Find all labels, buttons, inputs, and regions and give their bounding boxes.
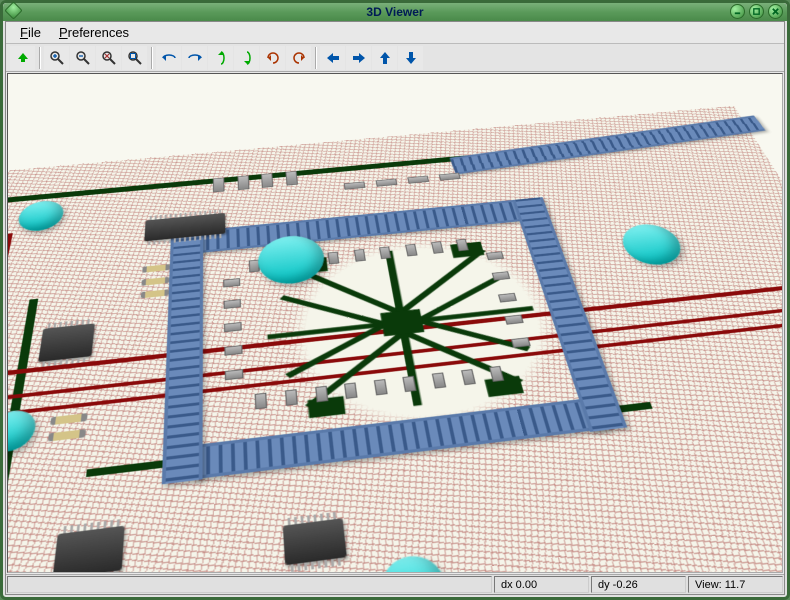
zoom-fit-button[interactable] <box>122 46 147 70</box>
window-frame: 3D Viewer File Preferences <box>0 0 790 600</box>
menubar: File Preferences <box>6 22 784 44</box>
zoom-out-button[interactable] <box>70 46 95 70</box>
pan-up-button[interactable] <box>372 46 397 70</box>
status-view: View: 11.7 <box>688 576 783 593</box>
titlebar[interactable]: 3D Viewer <box>3 3 787 21</box>
menu-preferences[interactable]: Preferences <box>51 23 137 42</box>
zoom-redraw-button[interactable] <box>96 46 121 70</box>
viewport-3d[interactable] <box>7 73 783 573</box>
reload-button[interactable] <box>10 46 35 70</box>
pan-right-button[interactable] <box>346 46 371 70</box>
status-dx: dx 0.00 <box>494 576 589 593</box>
pan-left-button[interactable] <box>320 46 345 70</box>
zoom-in-button[interactable] <box>44 46 69 70</box>
pan-down-button[interactable] <box>398 46 423 70</box>
rotate-y-pos-button[interactable] <box>234 46 259 70</box>
window-client-area: File Preferences <box>5 21 785 595</box>
menu-file[interactable]: File <box>12 23 49 42</box>
window-menu-button[interactable] <box>4 1 22 19</box>
pcb-scene <box>7 106 783 573</box>
window-title: 3D Viewer <box>366 5 423 19</box>
maximize-button[interactable] <box>749 4 764 19</box>
toolbar-separator <box>151 47 153 69</box>
rotate-y-neg-button[interactable] <box>208 46 233 70</box>
statusbar: dx 0.00 dy -0.26 View: 11.7 <box>6 574 784 594</box>
status-dy: dy -0.26 <box>591 576 686 593</box>
rotate-x-neg-button[interactable] <box>156 46 181 70</box>
rotate-x-pos-button[interactable] <box>182 46 207 70</box>
toolbar-separator <box>315 47 317 69</box>
rotate-z-pos-button[interactable] <box>286 46 311 70</box>
minimize-button[interactable] <box>730 4 745 19</box>
rotate-z-neg-button[interactable] <box>260 46 285 70</box>
toolbar <box>6 44 784 72</box>
status-main <box>7 576 492 593</box>
toolbar-separator <box>39 47 41 69</box>
close-button[interactable] <box>768 4 783 19</box>
